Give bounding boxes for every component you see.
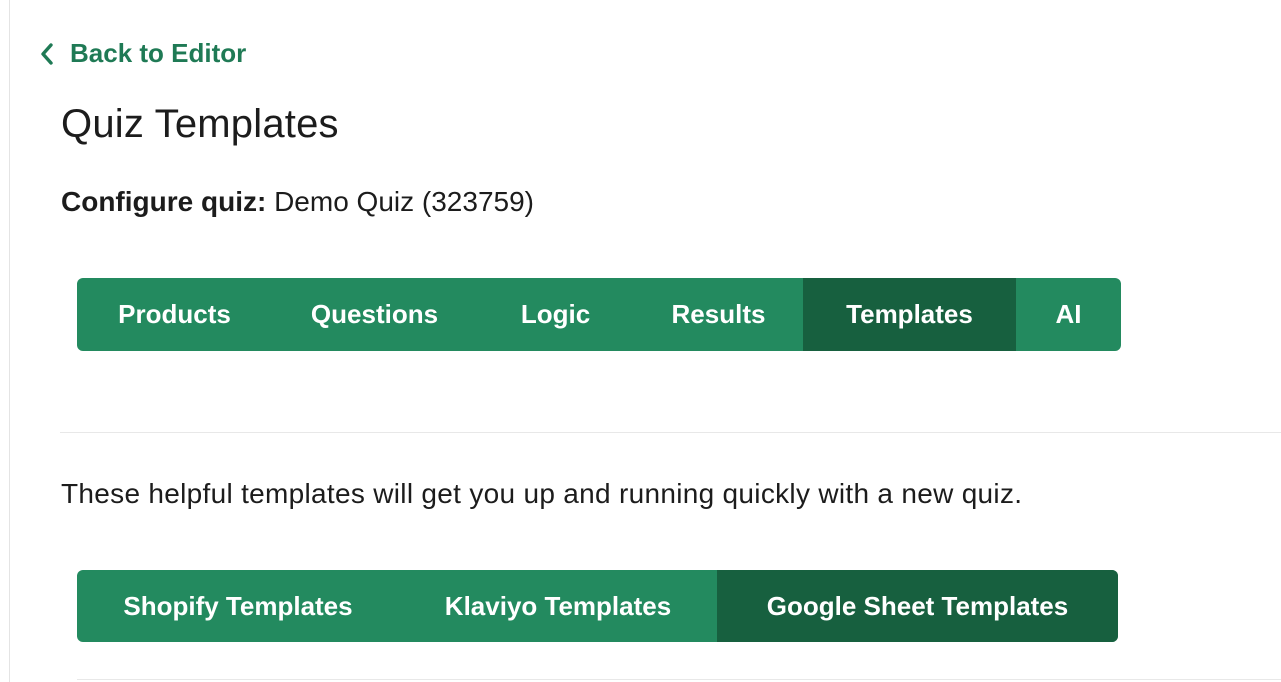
tab-results[interactable]: Results [634, 278, 803, 351]
chevron-left-icon [40, 42, 54, 66]
left-border [9, 0, 10, 682]
template-source-tab-bar: Shopify Templates Klaviyo Templates Goog… [77, 570, 1118, 642]
back-to-editor-label: Back to Editor [70, 38, 247, 68]
configure-quiz-value: Demo Quiz (323759) [274, 186, 534, 217]
configure-quiz-label: Configure quiz: [61, 186, 267, 217]
tab-ai[interactable]: AI [1016, 278, 1121, 351]
tab-templates[interactable]: Templates [803, 278, 1016, 351]
templates-intro-text: These helpful templates will get you up … [61, 478, 1023, 509]
configure-quiz-line: Configure quiz: Demo Quiz (323759) [61, 186, 534, 218]
tab-questions[interactable]: Questions [272, 278, 477, 351]
back-to-editor-link[interactable]: Back to Editor [40, 38, 246, 69]
page: Back to Editor Quiz Templates Configure … [0, 0, 1281, 682]
tab-shopify-templates[interactable]: Shopify Templates [77, 570, 399, 642]
tab-products[interactable]: Products [77, 278, 272, 351]
section-divider [60, 432, 1281, 433]
bottom-divider [77, 679, 1281, 680]
tab-logic[interactable]: Logic [477, 278, 634, 351]
page-title: Quiz Templates [61, 102, 339, 146]
tab-google-sheet-templates[interactable]: Google Sheet Templates [717, 570, 1118, 642]
main-tab-bar: Products Questions Logic Results Templat… [77, 278, 1121, 351]
tab-klaviyo-templates[interactable]: Klaviyo Templates [399, 570, 717, 642]
